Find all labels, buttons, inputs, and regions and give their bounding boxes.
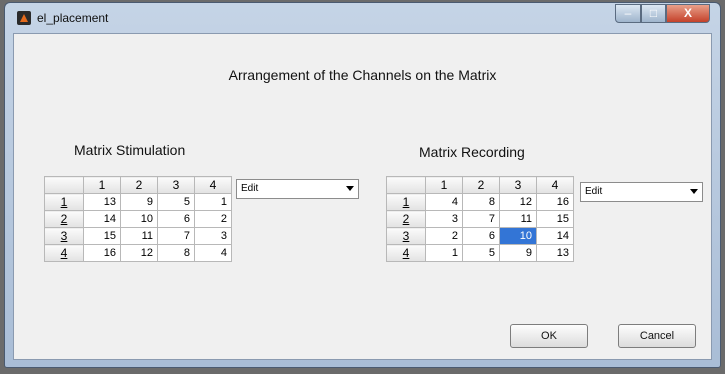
table-cell[interactable]: 16 (536, 193, 574, 211)
column-header[interactable]: 3 (499, 176, 537, 194)
ok-button[interactable]: OK (510, 324, 588, 348)
dialog-window: el_placement – □ X Arrangement of the Ch… (4, 2, 721, 368)
table-cell[interactable]: 4 (194, 244, 232, 262)
row-header[interactable]: 4 (386, 244, 426, 262)
recording-label: Matrix Recording (419, 144, 525, 160)
table-cell[interactable]: 1 (194, 193, 232, 211)
table-row: 1 13 9 5 1 (44, 193, 232, 211)
column-header[interactable]: 2 (462, 176, 500, 194)
chevron-down-icon[interactable] (346, 186, 354, 191)
column-header[interactable]: 4 (536, 176, 574, 194)
table-cell[interactable]: 3 (425, 210, 463, 228)
maximize-icon[interactable]: □ (641, 4, 666, 23)
row-header[interactable]: 1 (386, 193, 426, 211)
table-row: 3 2 6 10 14 (386, 227, 574, 245)
dropdown-value: Edit (241, 183, 259, 194)
page-title: Arrangement of the Channels on the Matri… (228, 67, 497, 83)
stimulation-label: Matrix Stimulation (74, 142, 186, 158)
row-header[interactable]: 2 (386, 210, 426, 228)
recording-table[interactable]: 1 2 3 4 1 4 8 12 16 2 3 7 11 15 3 2 6 10… (386, 176, 574, 262)
table-cell[interactable]: 2 (194, 210, 232, 228)
table-cell[interactable]: 15 (83, 227, 121, 245)
table-cell[interactable]: 3 (194, 227, 232, 245)
table-corner (44, 176, 84, 194)
table-cell[interactable]: 13 (83, 193, 121, 211)
table-corner (386, 176, 426, 194)
table-cell[interactable]: 9 (120, 193, 158, 211)
table-cell[interactable]: 7 (462, 210, 500, 228)
table-row: 4 1 5 9 13 (386, 244, 574, 262)
table-header-row: 1 2 3 4 (386, 176, 574, 194)
table-cell[interactable]: 12 (120, 244, 158, 262)
table-cell[interactable]: 13 (536, 244, 574, 262)
row-header[interactable]: 2 (44, 210, 84, 228)
table-row: 1 4 8 12 16 (386, 193, 574, 211)
table-cell[interactable]: 8 (462, 193, 500, 211)
column-header[interactable]: 1 (425, 176, 463, 194)
table-cell[interactable]: 16 (83, 244, 121, 262)
table-cell[interactable]: 11 (499, 210, 537, 228)
column-header[interactable]: 2 (120, 176, 158, 194)
row-header[interactable]: 3 (386, 227, 426, 245)
recording-dropdown[interactable]: Edit (580, 182, 703, 202)
table-cell[interactable]: 12 (499, 193, 537, 211)
row-header[interactable]: 4 (44, 244, 84, 262)
table-cell[interactable]: 8 (157, 244, 195, 262)
window-title: el_placement (37, 11, 109, 25)
table-cell[interactable]: 14 (83, 210, 121, 228)
row-header[interactable]: 3 (44, 227, 84, 245)
chevron-down-icon[interactable] (690, 189, 698, 194)
table-row: 2 3 7 11 15 (386, 210, 574, 228)
stimulation-dropdown[interactable]: Edit (236, 179, 359, 199)
table-cell[interactable]: 5 (157, 193, 195, 211)
column-header[interactable]: 3 (157, 176, 195, 194)
table-cell[interactable]: 6 (157, 210, 195, 228)
title-bar[interactable]: el_placement – □ X (5, 3, 720, 33)
table-row: 3 15 11 7 3 (44, 227, 232, 245)
table-cell[interactable]: 6 (462, 227, 500, 245)
stimulation-table[interactable]: 1 2 3 4 1 13 9 5 1 2 14 10 6 2 3 15 11 7… (44, 176, 232, 262)
matlab-icon (17, 11, 31, 25)
table-cell[interactable]: 7 (157, 227, 195, 245)
table-cell[interactable]: 4 (425, 193, 463, 211)
table-header-row: 1 2 3 4 (44, 176, 232, 194)
selected-cell[interactable]: 10 (499, 227, 537, 245)
minimize-icon[interactable]: – (615, 4, 641, 23)
table-cell[interactable]: 15 (536, 210, 574, 228)
table-cell[interactable]: 9 (499, 244, 537, 262)
row-header[interactable]: 1 (44, 193, 84, 211)
table-cell[interactable]: 14 (536, 227, 574, 245)
dropdown-value: Edit (585, 186, 603, 197)
table-row: 4 16 12 8 4 (44, 244, 232, 262)
table-row: 2 14 10 6 2 (44, 210, 232, 228)
column-header[interactable]: 1 (83, 176, 121, 194)
table-cell[interactable]: 5 (462, 244, 500, 262)
table-cell[interactable]: 2 (425, 227, 463, 245)
close-icon[interactable]: X (666, 4, 710, 23)
cancel-button[interactable]: Cancel (618, 324, 696, 348)
column-header[interactable]: 4 (194, 176, 232, 194)
table-cell[interactable]: 10 (120, 210, 158, 228)
table-cell[interactable]: 11 (120, 227, 158, 245)
table-cell[interactable]: 1 (425, 244, 463, 262)
dialog-content: Arrangement of the Channels on the Matri… (13, 33, 712, 360)
